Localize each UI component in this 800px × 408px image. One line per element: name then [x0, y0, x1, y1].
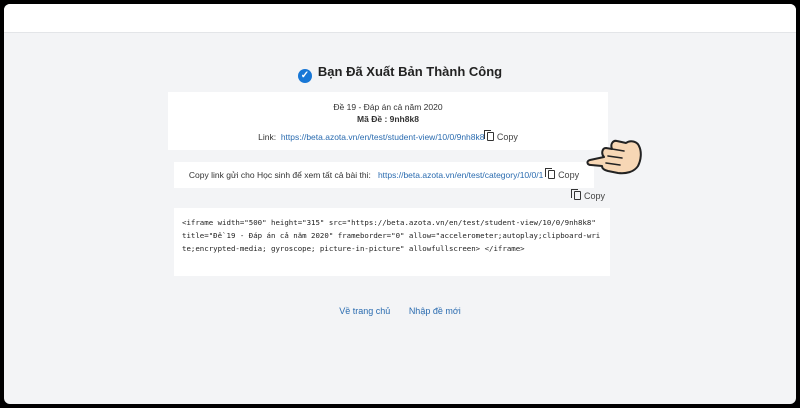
test-name: Đề 19 - Đáp án cả năm 2020 — [333, 102, 443, 112]
clipboard-icon — [545, 168, 556, 179]
student-link[interactable]: https://beta.azota.vn/en/test/category/1… — [378, 170, 543, 180]
home-link[interactable]: Về trang chủ — [339, 306, 390, 316]
embed-code[interactable]: <iframe width="500" height="315" src="ht… — [182, 216, 602, 255]
footer-links: Về trang chủ Nhập đề mới — [4, 306, 796, 316]
copy-test-link-button[interactable]: Copy — [483, 130, 518, 142]
clipboard-icon — [483, 130, 494, 141]
check-circle-icon: ✓ — [297, 69, 312, 83]
test-info-card: Đề 19 - Đáp án cả năm 2020 Mã Đề : 9nh8k… — [168, 92, 608, 150]
success-title: Bạn Đã Xuất Bản Thành Công — [317, 64, 503, 79]
student-link-card: Copy link gửi cho Học sinh để xem tất cả… — [174, 162, 594, 188]
embed-code-card[interactable]: <iframe width="500" height="315" src="ht… — [174, 208, 610, 276]
test-link-label: Link: — [258, 132, 277, 142]
pointing-hand-icon — [586, 139, 642, 175]
clipboard-icon — [571, 189, 581, 200]
screen: ✓ Bạn Đã Xuất Bản Thành Công Đề 19 - Đáp … — [4, 4, 796, 404]
success-heading: ✓ Bạn Đã Xuất Bản Thành Công — [4, 64, 796, 83]
copy-embed-button[interactable]: Copy — [571, 189, 605, 201]
top-bar — [4, 4, 796, 33]
test-link-row: Link: https://beta.azota.vn/en/test/stud… — [168, 130, 608, 142]
new-test-link[interactable]: Nhập đề mới — [409, 306, 461, 316]
test-link[interactable]: https://beta.azota.vn/en/test/student-vi… — [281, 132, 485, 142]
student-link-row: Copy link gửi cho Học sinh để xem tất cả… — [174, 168, 594, 180]
copy-student-link-button[interactable]: Copy — [545, 168, 579, 180]
student-link-label: Copy link gửi cho Học sinh để xem tất cả… — [188, 170, 371, 180]
test-code: Mã Đề : 9nh8k8 — [357, 114, 419, 124]
